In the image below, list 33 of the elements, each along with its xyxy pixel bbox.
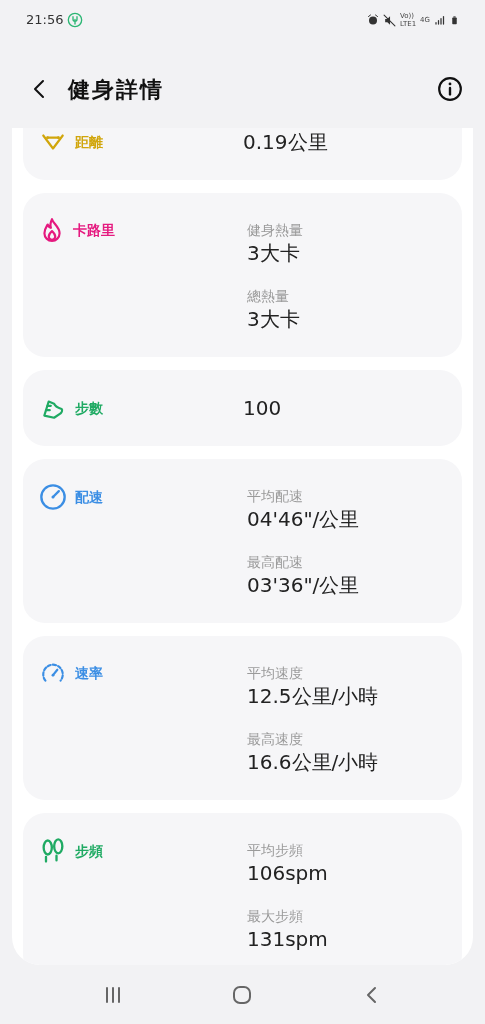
- metric-value: 3大卡: [247, 306, 301, 333]
- mute-icon: [383, 13, 396, 27]
- metric-label: 平均步頻: [247, 841, 304, 859]
- metric-label: 總熱量: [247, 287, 290, 305]
- section-title: 速率: [75, 663, 103, 683]
- metric-value: 0.19公里: [243, 129, 328, 156]
- metric-value: 12.5公里/小時: [247, 683, 379, 710]
- info-icon[interactable]: [437, 76, 463, 102]
- page-title: 健身詳情: [68, 75, 164, 104]
- section-title: 步數: [75, 398, 103, 418]
- metric-label: 健身熱量: [247, 221, 303, 239]
- clock-time: 21:56: [26, 11, 64, 30]
- metric-value: 3大卡: [247, 240, 301, 267]
- metric-label: 平均配速: [247, 487, 304, 505]
- section-title: 卡路里: [73, 220, 115, 240]
- metric-value: 04'46"/公里: [247, 506, 360, 533]
- signal-icon: [434, 14, 446, 26]
- metric-label: 最高配速: [247, 553, 304, 571]
- battery-icon: [450, 13, 459, 27]
- metric-value: 106spm: [247, 860, 328, 887]
- section-title: 配速: [75, 487, 103, 507]
- gauge-icon: [39, 483, 67, 511]
- metric-label: 平均速度: [247, 664, 304, 682]
- fork-icon: [67, 12, 84, 28]
- section-title: 步頻: [75, 841, 103, 861]
- metric-value: 131spm: [247, 926, 328, 953]
- metric-label: 最高速度: [247, 730, 304, 748]
- metric-value: 16.6公里/小時: [247, 749, 379, 776]
- metric-value: 100: [243, 395, 282, 422]
- alarm-icon: [367, 14, 379, 26]
- metric-label: 最大步頻: [247, 907, 304, 925]
- metric-value: 03'36"/公里: [247, 572, 360, 599]
- section-title: 距離: [75, 132, 103, 152]
